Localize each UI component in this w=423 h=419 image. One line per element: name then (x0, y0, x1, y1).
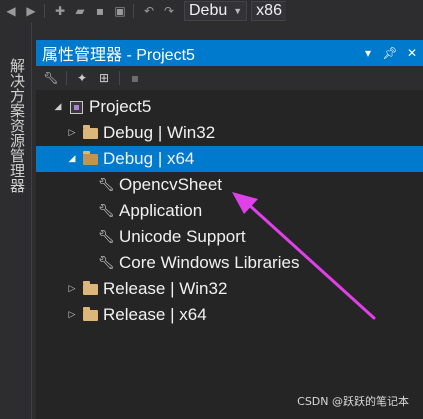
watermark: CSDN @跃跃的笔记本 (297, 395, 409, 408)
annotation-arrow (232, 192, 376, 320)
